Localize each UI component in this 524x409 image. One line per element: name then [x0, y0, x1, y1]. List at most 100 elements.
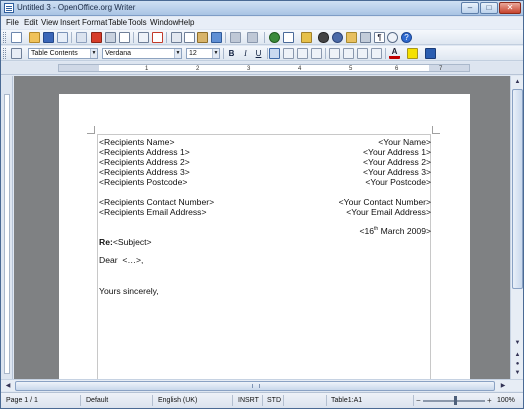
menu-window[interactable]: Window — [150, 17, 178, 29]
align-right-icon[interactable] — [297, 48, 308, 59]
page-preview-icon[interactable] — [119, 32, 130, 43]
sender-address-2[interactable]: <Your Address 2> — [363, 157, 431, 167]
cut-icon[interactable] — [171, 32, 182, 43]
sender-postcode[interactable]: <Your Postcode> — [365, 177, 431, 187]
document-area[interactable]: <Recipients Name> <Your Name> <Recipient… — [14, 76, 510, 379]
next-page-icon[interactable]: ▼ — [512, 369, 523, 377]
table-icon[interactable] — [283, 32, 294, 43]
styles-formatting-icon[interactable] — [11, 48, 22, 59]
paste-icon[interactable] — [197, 32, 208, 43]
font-name-combo[interactable]: Verdana ▼ — [102, 48, 182, 59]
increase-indent-icon[interactable] — [371, 48, 382, 59]
find-replace-icon[interactable] — [318, 32, 329, 43]
recipient-address-2[interactable]: <Recipients Address 2> — [99, 157, 190, 167]
save-icon[interactable] — [43, 32, 54, 43]
subject-line[interactable]: Re:<Subject> — [99, 237, 152, 247]
font-size-combo[interactable]: 12 ▼ — [186, 48, 220, 59]
closing[interactable]: Yours sincerely, — [99, 286, 159, 296]
zoom-in-icon[interactable]: + — [487, 395, 492, 406]
gallery-icon[interactable] — [346, 32, 357, 43]
format-paintbrush-icon[interactable] — [211, 32, 222, 43]
horizontal-scroll-thumb[interactable] — [15, 381, 495, 391]
sender-name[interactable]: <Your Name> — [378, 137, 431, 147]
sender-email[interactable]: <Your Email Address> — [346, 207, 431, 217]
menu-tools[interactable]: Tools — [128, 17, 147, 29]
autospellcheck-icon[interactable] — [152, 32, 163, 43]
sender-address-3[interactable]: <Your Address 3> — [363, 167, 431, 177]
scroll-up-icon[interactable]: ▲ — [512, 77, 523, 88]
recipient-name[interactable]: <Recipients Name> — [99, 137, 174, 147]
menu-view[interactable]: View — [41, 17, 58, 29]
open-icon[interactable] — [29, 32, 40, 43]
italic-button[interactable]: I — [240, 48, 251, 59]
recipient-email[interactable]: <Recipients Email Address> — [99, 207, 206, 217]
align-left-icon[interactable] — [269, 48, 280, 59]
navigation-icon[interactable]: ● — [512, 360, 523, 368]
toolbar-grip[interactable] — [3, 48, 6, 59]
chevron-down-icon[interactable]: ▼ — [174, 49, 181, 58]
align-center-icon[interactable] — [283, 48, 294, 59]
zoom-level[interactable]: 100% — [494, 395, 522, 406]
highlighting-icon[interactable] — [407, 48, 418, 59]
hyperlink-icon[interactable] — [269, 32, 280, 43]
sender-contact-number[interactable]: <Your Contact Number> — [339, 197, 431, 207]
letter-date[interactable]: <16th March 2009> — [359, 226, 431, 236]
document-page[interactable]: <Recipients Name> <Your Name> <Recipient… — [59, 94, 470, 379]
chevron-down-icon[interactable]: ▼ — [212, 49, 219, 58]
bold-button[interactable]: B — [226, 48, 237, 59]
zoom-out-icon[interactable]: − — [416, 395, 421, 406]
close-button[interactable]: ✕ — [499, 2, 521, 14]
numbering-icon[interactable] — [329, 48, 340, 59]
sender-address-1[interactable]: <Your Address 1> — [363, 147, 431, 157]
recipient-postcode[interactable]: <Recipients Postcode> — [99, 177, 187, 187]
horizontal-scrollbar[interactable]: ◀ ▶ — [1, 379, 523, 391]
show-draw-functions-icon[interactable] — [301, 32, 312, 43]
decrease-indent-icon[interactable] — [357, 48, 368, 59]
scroll-right-icon[interactable]: ▶ — [498, 381, 508, 391]
vertical-scroll-thumb[interactable] — [512, 89, 523, 289]
page-style[interactable]: Default — [83, 395, 153, 406]
zoom-slider-thumb[interactable] — [454, 396, 457, 405]
recipient-address-3[interactable]: <Recipients Address 3> — [99, 167, 190, 177]
recipient-address-1[interactable]: <Recipients Address 1> — [99, 147, 190, 157]
horizontal-ruler[interactable]: 1 2 3 4 5 6 7 — [1, 62, 523, 75]
paragraph-style-combo[interactable]: Table Contents ▼ — [28, 48, 98, 59]
edit-file-icon[interactable] — [76, 32, 87, 43]
redo-icon[interactable] — [247, 32, 258, 43]
language-indicator[interactable]: English (UK) — [155, 395, 233, 406]
undo-icon[interactable] — [230, 32, 241, 43]
recipient-contact-number[interactable]: <Recipients Contact Number> — [99, 197, 214, 207]
font-color-icon[interactable]: A — [389, 48, 400, 59]
email-icon[interactable] — [57, 32, 68, 43]
data-sources-icon[interactable] — [360, 32, 371, 43]
scroll-left-icon[interactable]: ◀ — [3, 381, 13, 391]
background-color-icon[interactable] — [425, 48, 436, 59]
justify-icon[interactable] — [311, 48, 322, 59]
document-modified-icon[interactable] — [285, 395, 327, 406]
salutation[interactable]: Dear <…>, — [99, 255, 143, 265]
underline-button[interactable]: U — [253, 48, 264, 59]
page-indicator[interactable]: Page 1 / 1 — [3, 395, 81, 406]
new-document-icon[interactable] — [11, 32, 22, 43]
navigator-icon[interactable] — [332, 32, 343, 43]
menu-insert[interactable]: Insert — [60, 17, 80, 29]
zoom-icon[interactable] — [387, 32, 398, 43]
minimize-button[interactable]: – — [461, 2, 479, 14]
bullets-icon[interactable] — [343, 48, 354, 59]
toolbar-grip[interactable] — [3, 32, 6, 43]
copy-icon[interactable] — [184, 32, 195, 43]
vertical-ruler[interactable] — [1, 76, 13, 379]
chevron-down-icon[interactable]: ▼ — [90, 49, 97, 58]
previous-page-icon[interactable]: ▲ — [512, 351, 523, 359]
help-icon[interactable]: ? — [401, 32, 412, 43]
insert-mode[interactable]: INSRT — [235, 395, 263, 406]
maximize-button[interactable]: □ — [480, 2, 498, 14]
menu-file[interactable]: File — [6, 17, 19, 29]
menu-format[interactable]: Format — [82, 17, 107, 29]
menu-edit[interactable]: Edit — [24, 17, 38, 29]
menu-help[interactable]: Help — [178, 17, 194, 29]
scroll-down-icon[interactable]: ▼ — [512, 338, 523, 349]
export-pdf-icon[interactable] — [91, 32, 102, 43]
menu-table[interactable]: Table — [108, 17, 127, 29]
vertical-scrollbar[interactable]: ▲ ▼ ▲ ● ▼ — [510, 76, 523, 379]
